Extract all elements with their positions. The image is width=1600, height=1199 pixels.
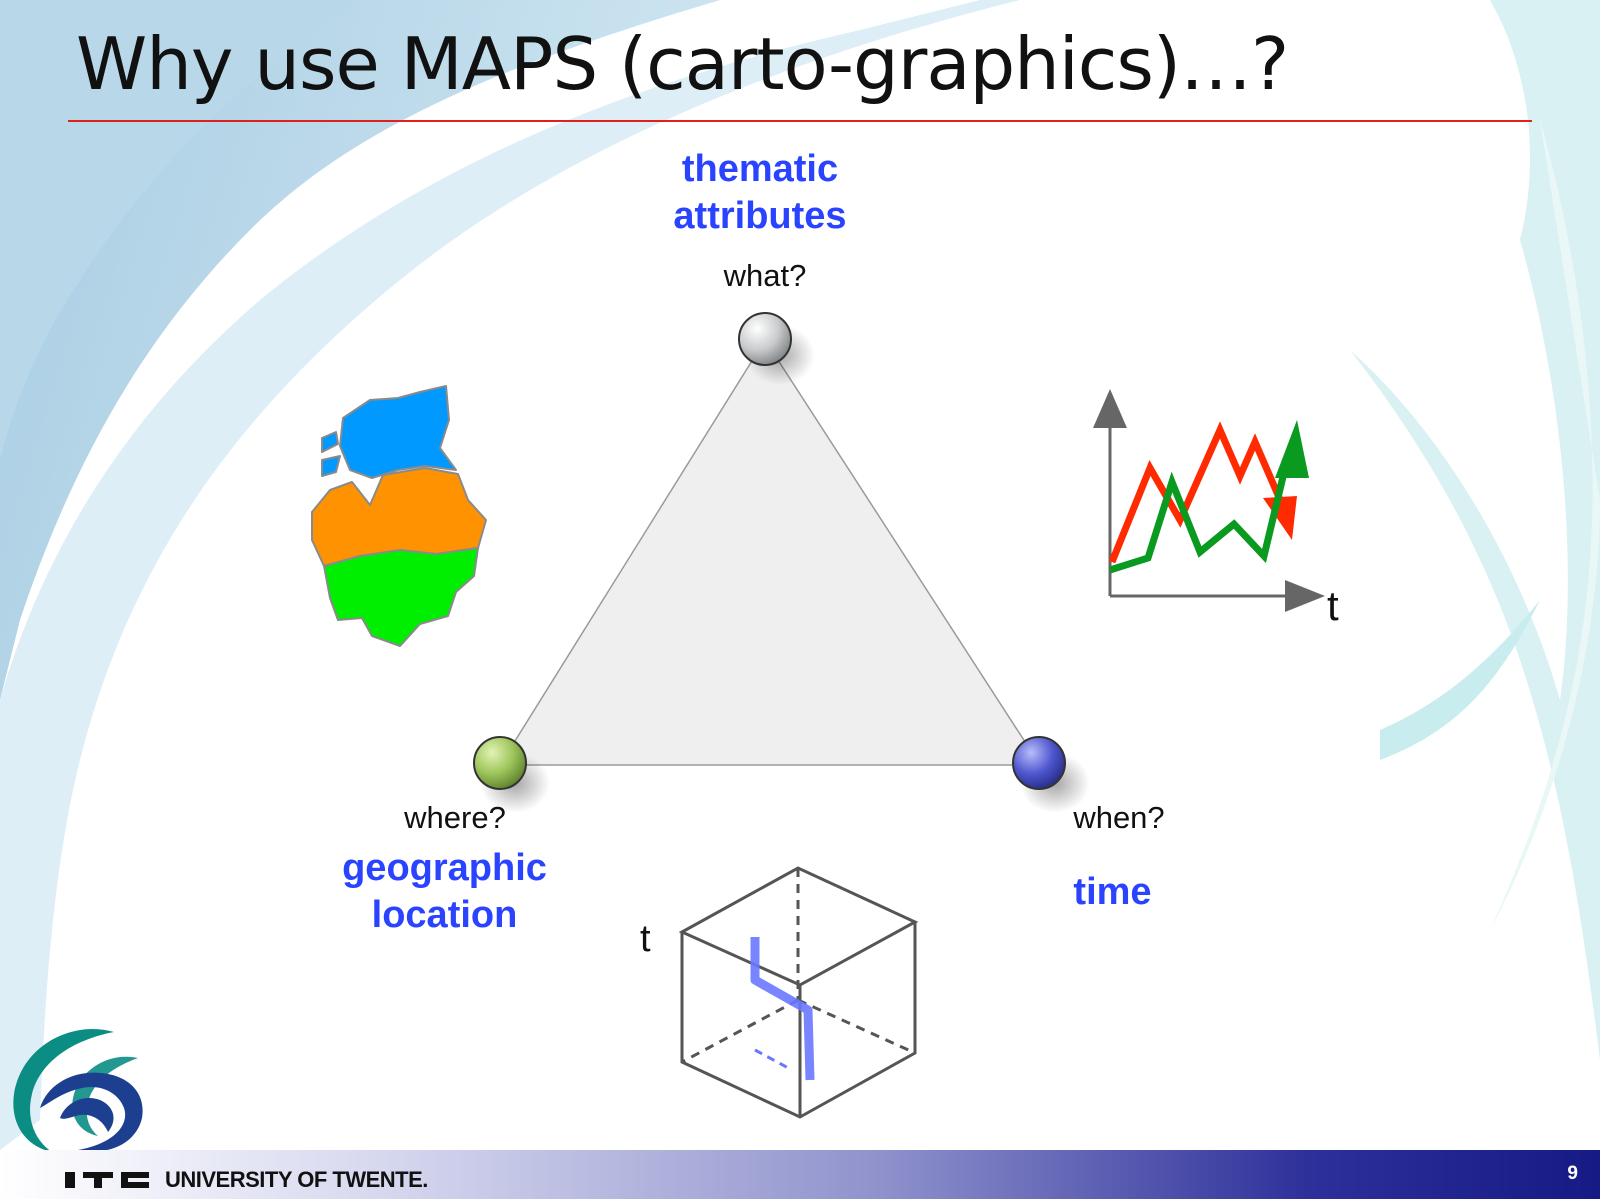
itc-wordmark-icon — [65, 1172, 149, 1188]
where-question: where? — [404, 800, 506, 835]
cube-time-axis-label: t — [640, 918, 651, 960]
concept-triangle — [498, 338, 1042, 766]
thematic-label-line1: thematic — [681, 148, 839, 190]
map-icon — [311, 385, 487, 647]
page-number: 9 — [1567, 1163, 1578, 1184]
space-time-cube-icon — [678, 866, 919, 1119]
time-label: time — [1073, 871, 1152, 913]
geographic-label-line2: location — [371, 894, 518, 936]
what-sphere-icon — [738, 312, 792, 366]
when-question: when? — [1073, 800, 1165, 835]
when-sphere-icon — [1012, 736, 1066, 790]
itc-logo-icon — [13, 1028, 143, 1152]
university-name: UNIVERSITY OF TWENTE. — [165, 1167, 428, 1192]
line-graph-icon — [1093, 389, 1325, 612]
where-sphere-icon — [473, 736, 527, 790]
graph-time-axis-label: t — [1327, 582, 1339, 629]
what-question: what? — [723, 258, 807, 293]
thematic-label-line2: attributes — [673, 195, 847, 237]
thematic-attributes-label: thematic attributes — [660, 146, 860, 240]
geographic-label-line1: geographic — [342, 847, 547, 889]
footer-brand: UNIVERSITY OF TWENTE. — [65, 1167, 428, 1193]
geographic-location-label: geographic location — [322, 845, 567, 939]
